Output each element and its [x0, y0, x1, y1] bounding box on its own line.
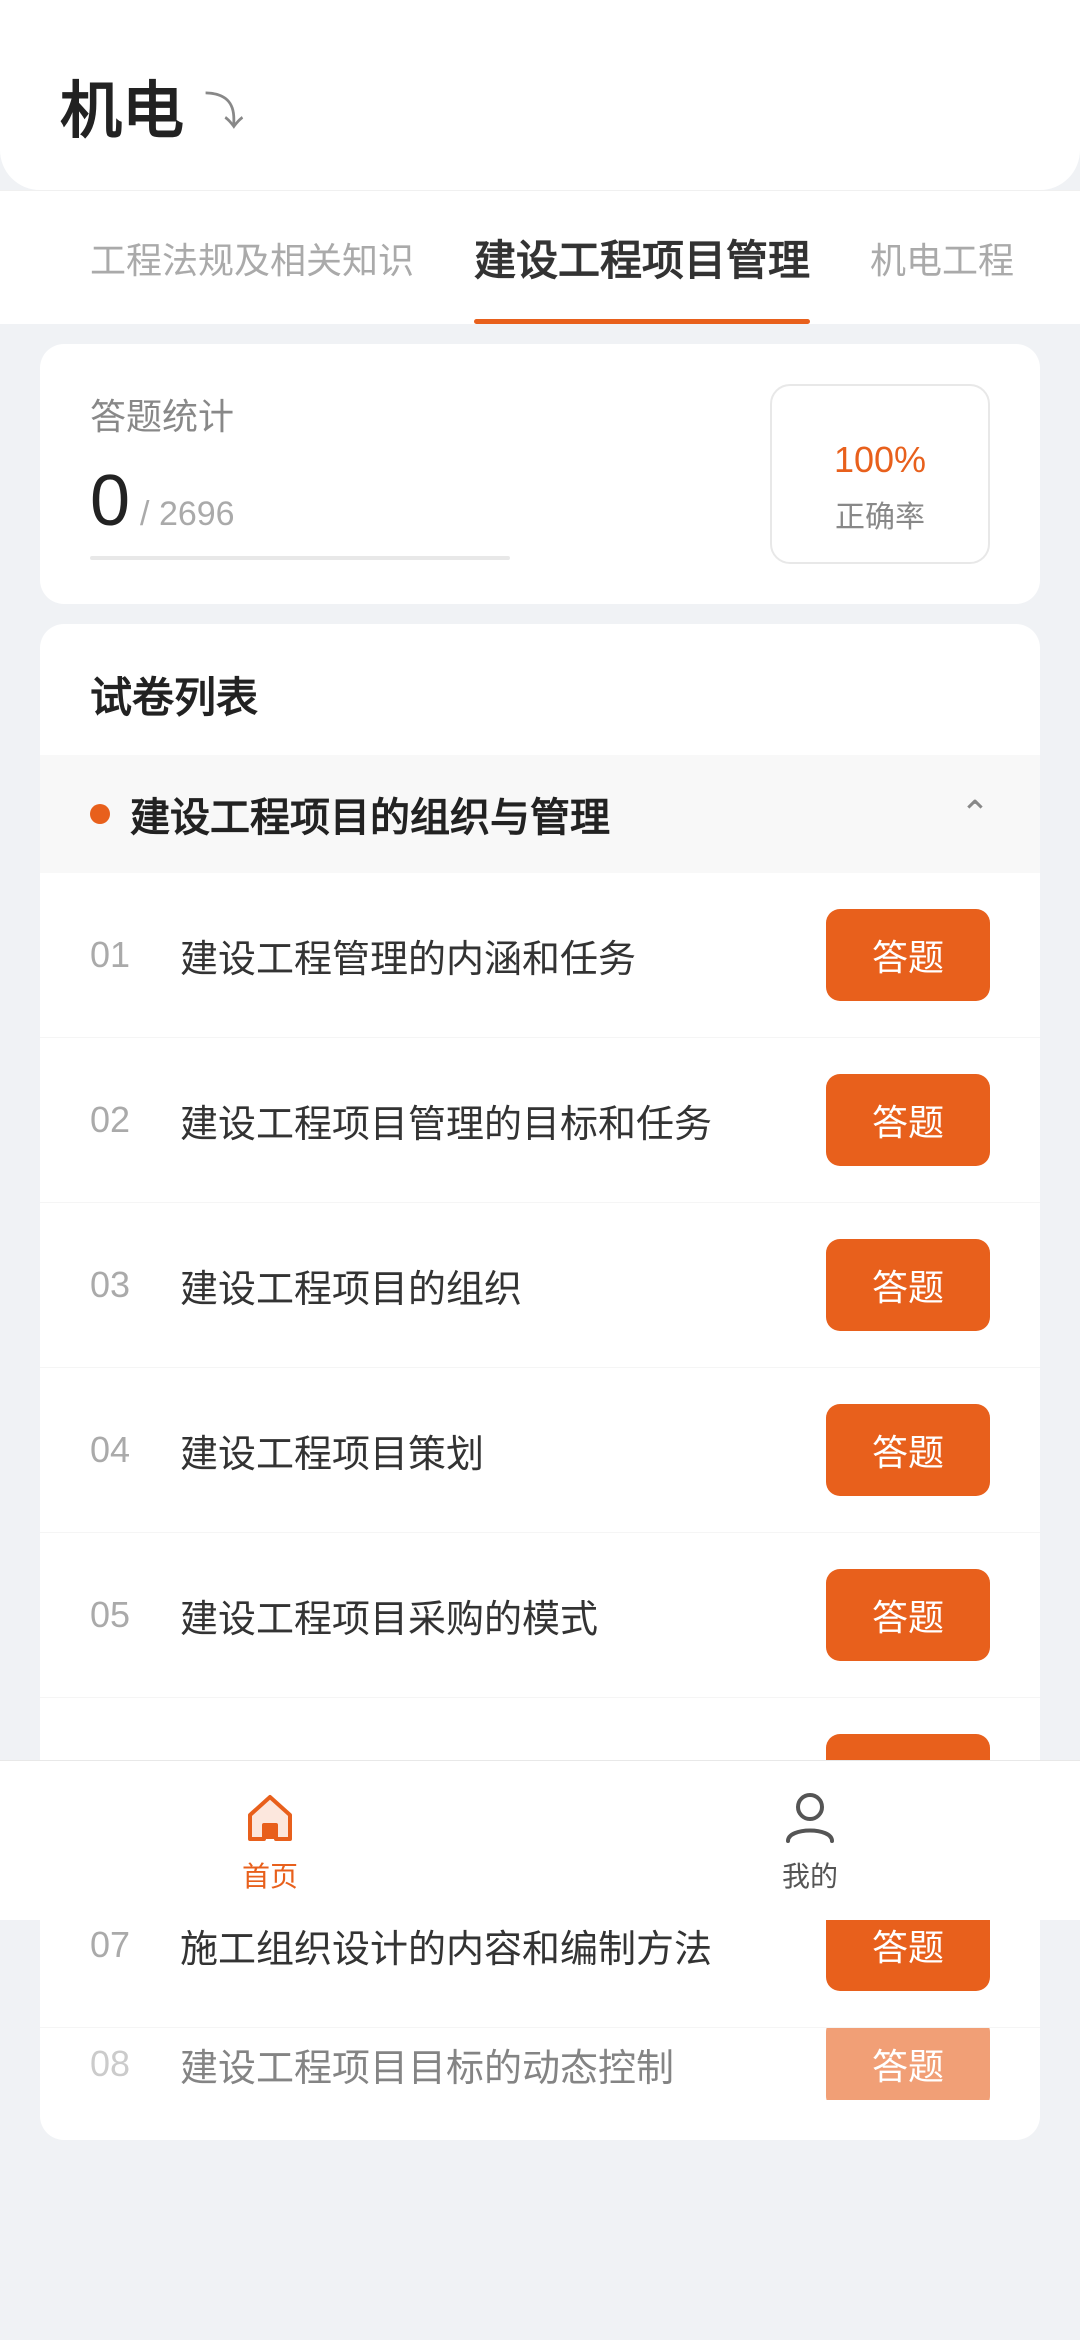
dropdown-icon[interactable]: ⤵	[204, 79, 244, 137]
stats-accuracy-box: 100% 正确率	[770, 384, 990, 564]
bottom-nav: 首页 我的	[0, 1760, 1080, 1920]
item-title: 建设工程项目管理的目标和任务	[180, 1093, 712, 1148]
home-icon	[240, 1787, 300, 1847]
stats-card: 答题统计 0 / 2696 100% 正确率	[40, 344, 1040, 604]
nav-user[interactable]: 我的	[540, 1787, 1080, 1895]
item-title: 建设工程项目的组织	[180, 1258, 522, 1313]
tab-bar: 工程法规及相关知识 建设工程项目管理 机电工程	[0, 190, 1080, 324]
category-title: 建设工程项目的组织与管理	[130, 785, 610, 843]
answer-button-02[interactable]: 答题	[826, 1074, 990, 1166]
item-title: 建设工程项目采购的模式	[180, 1588, 598, 1643]
stats-count: 0 / 2696	[90, 460, 510, 542]
stats-label: 答题统计	[90, 388, 510, 440]
list-item: 03 建设工程项目的组织 答题	[40, 1203, 1040, 1368]
item-title: 建设工程项目目标的动态控制	[180, 2037, 674, 2092]
list-item: 02 建设工程项目管理的目标和任务 答题	[40, 1038, 1040, 1203]
item-number: 02	[90, 1099, 150, 1141]
item-title: 建设工程项目策划	[180, 1423, 484, 1478]
stats-count-number: 0	[90, 460, 130, 542]
category-header-left: 建设工程项目的组织与管理	[90, 785, 610, 843]
list-item-partial: 08 建设工程项目目标的动态控制 答题	[40, 2028, 1040, 2100]
list-item: 01 建设工程管理的内涵和任务 答题	[40, 873, 1040, 1038]
answer-button-08[interactable]: 答题	[826, 2028, 990, 2100]
item-number: 01	[90, 934, 150, 976]
stats-progress-bar	[90, 556, 510, 560]
nav-user-label: 我的	[782, 1855, 838, 1895]
header-title: 机电	[60, 60, 184, 150]
tab-engineering-law[interactable]: 工程法规及相关知识	[60, 196, 444, 320]
stats-total: / 2696	[140, 495, 235, 534]
item-number: 05	[90, 1594, 150, 1636]
category-dot-icon	[90, 804, 110, 824]
tab-electrical[interactable]: 机电工程	[840, 196, 1044, 320]
stats-percent-value: 100%	[834, 412, 926, 484]
stats-percent-label: 正确率	[835, 492, 925, 536]
category-header[interactable]: 建设工程项目的组织与管理 ⌃	[40, 755, 1040, 873]
list-item: 04 建设工程项目策划 答题	[40, 1368, 1040, 1533]
item-title: 建设工程管理的内涵和任务	[180, 928, 636, 983]
nav-home[interactable]: 首页	[0, 1787, 540, 1895]
list-item: 05 建设工程项目采购的模式 答题	[40, 1533, 1040, 1698]
item-title: 施工组织设计的内容和编制方法	[180, 1918, 712, 1973]
item-number: 03	[90, 1264, 150, 1306]
answer-button-01[interactable]: 答题	[826, 909, 990, 1001]
list-section-title: 试卷列表	[40, 664, 1040, 725]
header: 机电 ⤵	[0, 0, 1080, 190]
answer-button-05[interactable]: 答题	[826, 1569, 990, 1661]
nav-home-label: 首页	[242, 1855, 298, 1895]
item-number: 07	[90, 1924, 150, 1966]
category-collapse-icon[interactable]: ⌃	[960, 793, 990, 835]
item-number: 08	[90, 2043, 150, 2085]
tab-project-management[interactable]: 建设工程项目管理	[444, 191, 840, 324]
answer-button-03[interactable]: 答题	[826, 1239, 990, 1331]
answer-button-04[interactable]: 答题	[826, 1404, 990, 1496]
user-icon	[780, 1787, 840, 1847]
item-number: 04	[90, 1429, 150, 1471]
